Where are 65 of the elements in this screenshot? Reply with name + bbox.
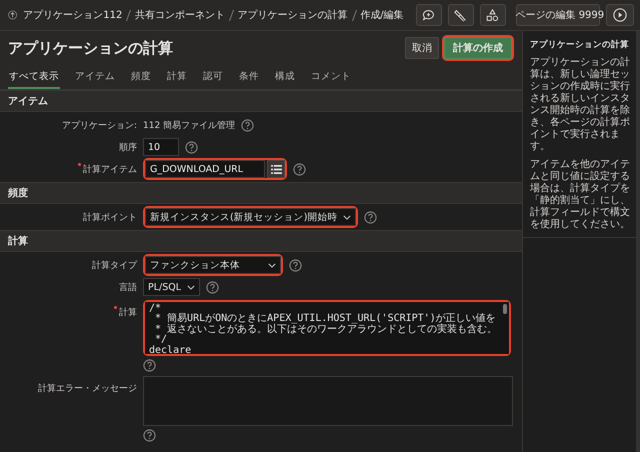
run-button[interactable]	[606, 4, 634, 26]
list-icon	[270, 164, 282, 174]
shapes-icon	[486, 8, 500, 22]
section-header: 頻度	[0, 182, 522, 204]
shared-components-button[interactable]	[480, 4, 506, 26]
page-title: アプリケーションの計算	[8, 38, 173, 58]
tab[interactable]: コメント	[310, 65, 352, 89]
tab[interactable]: 条件	[238, 65, 260, 89]
scrollbar-thumb[interactable]	[503, 304, 508, 314]
tab[interactable]: 頻度	[130, 65, 152, 89]
help-title: アプリケーションの計算	[530, 39, 630, 51]
comment-button[interactable]	[416, 4, 442, 26]
help-icon[interactable]	[185, 140, 198, 154]
tab[interactable]: 認可	[202, 65, 224, 89]
section-header: 計算	[0, 230, 522, 252]
select-field[interactable]: PL/SQL	[143, 278, 200, 296]
list-button[interactable]	[267, 160, 285, 178]
help-text: アイテムを他のアイテムと同じ値に設定する場合は、計算タイプを「静的割当て」にし、計算フィールドで構文を使用してください。	[530, 159, 630, 231]
code-line: /*	[149, 304, 162, 314]
chat-icon	[422, 8, 436, 22]
help-icon[interactable]	[143, 359, 156, 372]
code-line: */	[155, 335, 168, 346]
item-field[interactable]: G_DOWNLOAD_URL	[145, 160, 265, 178]
help-text: アプリケーションの計算は、新しい論理セッションの作成時に実行される新しいインスタンス開始時の計算を除き、各ページの計算ポイントで実行されます。	[530, 57, 630, 153]
help-icon[interactable]	[293, 162, 306, 176]
field-label: アプリケーション:	[62, 119, 137, 132]
section-header: アイテム	[0, 90, 522, 112]
field-label: 言語	[119, 282, 137, 294]
sequence-field[interactable]: 10	[143, 138, 179, 156]
breadcrumb-separator	[352, 10, 356, 20]
message-field[interactable]	[143, 376, 513, 426]
field-value: 112 簡易ファイル管理	[143, 120, 236, 132]
field-label: 計算タイプ	[92, 259, 137, 272]
play-icon	[613, 8, 627, 22]
code-line: * 簡易URLがONのときにAPEX_UTIL.HOST_URL('SCRIPT')が正しい値を	[154, 314, 497, 324]
breadcrumb-link[interactable]: 共有コンポーネント	[134, 8, 225, 22]
field-label: 計算ポイント	[83, 212, 137, 224]
help-icon[interactable]	[143, 429, 156, 442]
breadcrumb-link[interactable]: 作成/編集	[360, 8, 404, 22]
tab[interactable]: 構成	[274, 65, 296, 89]
select-field[interactable]: 新規インスタンス(新規セッション)開始時	[145, 208, 356, 226]
field-label: 順序	[119, 142, 137, 154]
breadcrumb-separator	[126, 10, 131, 20]
debug-button[interactable]	[448, 4, 474, 26]
field-label: 計算アイテム	[83, 164, 137, 176]
help-icon[interactable]	[364, 210, 378, 224]
help-icon[interactable]	[289, 258, 302, 272]
breadcrumb-link[interactable]: アプリケーション112	[23, 8, 122, 22]
help-icon[interactable]	[241, 118, 254, 132]
code-line: * 返さないことがある。以下はそのワークアラウンドとしての実装も含む。	[154, 324, 498, 335]
tab[interactable]: 計算	[166, 65, 188, 89]
field-label: 計算エラー・メッセージ	[38, 382, 137, 395]
chevron-icon	[343, 214, 352, 220]
help-icon[interactable]	[206, 280, 220, 294]
code-editor[interactable]: /* * 簡易URLがONのときにAPEX_UTIL.HOST_URL('SCRIPT')が正しい値を * 返さないことがある。以下はそのワークアラウンドとしての実装も含む。 */ declare	[145, 302, 510, 354]
create-button[interactable]: 計算の作成	[444, 37, 512, 59]
code-line: declare	[149, 346, 192, 354]
field-label: 計算	[119, 306, 137, 319]
select-field[interactable]: ファンクション本体	[145, 256, 281, 274]
cancel-button[interactable]: 取消	[405, 37, 439, 59]
breadcrumb-link[interactable]: アプリケーションの計算	[238, 8, 348, 22]
tab[interactable]: アイテム	[74, 65, 116, 89]
brush-icon	[454, 8, 468, 22]
chevron-icon	[268, 262, 276, 268]
chevron-icon	[187, 284, 196, 290]
